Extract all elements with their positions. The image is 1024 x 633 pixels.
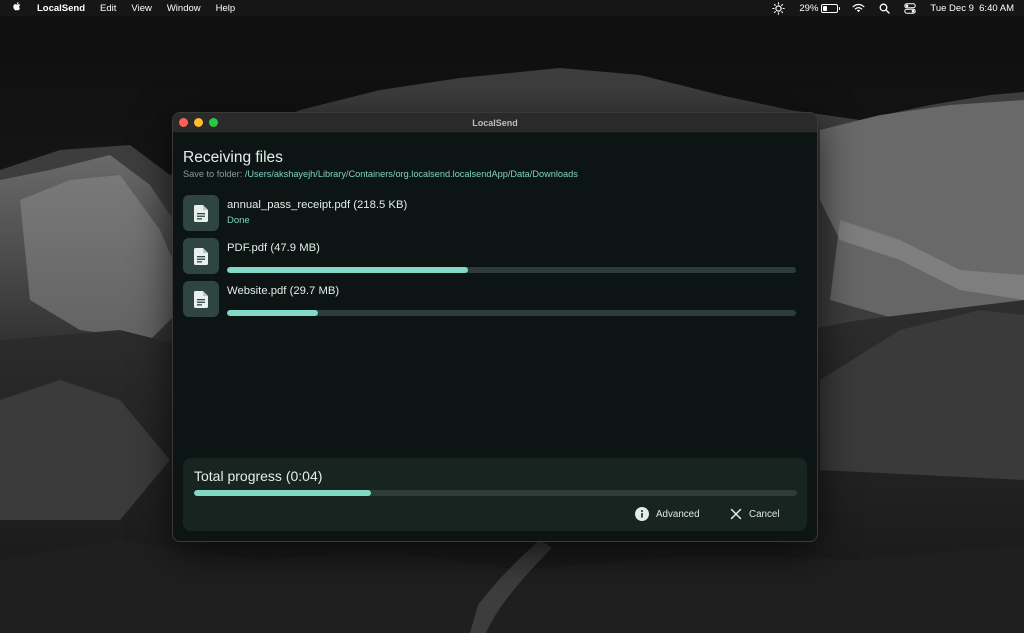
menu-app-name[interactable]: LocalSend bbox=[37, 3, 85, 14]
maximize-window-button[interactable] bbox=[209, 118, 218, 127]
control-center-icon[interactable] bbox=[904, 2, 917, 14]
file-item: Website.pdf (29.7 MB) bbox=[183, 281, 796, 317]
window-title: LocalSend bbox=[472, 117, 518, 128]
file-item: PDF.pdf (47.9 MB) bbox=[183, 238, 796, 274]
document-icon bbox=[183, 281, 219, 317]
brightness-icon[interactable] bbox=[772, 1, 786, 15]
battery-icon bbox=[821, 3, 841, 13]
save-folder-label: Save to folder: bbox=[183, 169, 243, 179]
file-name: Website.pdf (29.7 MB) bbox=[227, 285, 340, 297]
advanced-button[interactable]: Advanced bbox=[635, 504, 700, 524]
document-icon bbox=[183, 238, 219, 274]
battery-level bbox=[823, 5, 828, 11]
cancel-button[interactable]: Cancel bbox=[730, 504, 780, 524]
traffic-lights bbox=[179, 118, 218, 127]
page-title: Receiving files bbox=[183, 149, 283, 166]
menu-view[interactable]: View bbox=[131, 3, 151, 14]
window-titlebar[interactable]: LocalSend bbox=[173, 113, 817, 133]
total-progress-panel: Total progress (0:04) Advanced Cancel bbox=[183, 458, 807, 531]
menu-help[interactable]: Help bbox=[216, 3, 236, 14]
file-progress-fill bbox=[227, 267, 469, 273]
advanced-label: Advanced bbox=[656, 508, 700, 520]
file-name: PDF.pdf (47.9 MB) bbox=[227, 242, 320, 254]
menu-window[interactable]: Window bbox=[167, 3, 201, 14]
apple-icon[interactable] bbox=[12, 1, 22, 15]
receive-content: Receiving files Save to folder: /Users/a… bbox=[183, 132, 807, 541]
file-progress-fill bbox=[227, 310, 319, 316]
menu-clock[interactable]: Tue Dec 9 6:40 AM bbox=[930, 3, 1014, 14]
wifi-icon[interactable] bbox=[852, 3, 865, 13]
close-icon bbox=[730, 508, 742, 520]
total-progress-fill bbox=[194, 490, 372, 496]
total-progress-label: Total progress (0:04) bbox=[194, 468, 323, 484]
battery-percent: 29% bbox=[799, 2, 819, 14]
info-icon bbox=[635, 507, 649, 521]
menu-bar: LocalSend Edit View Window Help 29% Tue … bbox=[0, 0, 1024, 16]
battery-status[interactable]: 29% bbox=[799, 2, 841, 14]
menu-edit[interactable]: Edit bbox=[100, 3, 116, 14]
minimize-window-button[interactable] bbox=[194, 118, 203, 127]
search-icon[interactable] bbox=[879, 3, 891, 14]
cancel-label: Cancel bbox=[749, 508, 780, 520]
save-folder-path[interactable]: /Users/akshayejh/Library/Containers/org.… bbox=[245, 169, 578, 179]
file-name: annual_pass_receipt.pdf (218.5 KB) bbox=[227, 199, 408, 211]
file-status: Done bbox=[227, 215, 250, 226]
localsend-window: LocalSend Receiving files Save to folder… bbox=[172, 112, 818, 542]
close-window-button[interactable] bbox=[179, 118, 188, 127]
document-icon bbox=[183, 195, 219, 231]
save-folder-row: Save to folder: /Users/akshayejh/Library… bbox=[183, 169, 578, 179]
file-progress-bar bbox=[227, 310, 796, 316]
file-progress-bar bbox=[227, 267, 796, 273]
file-item: annual_pass_receipt.pdf (218.5 KB) Done bbox=[183, 195, 796, 231]
total-progress-bar bbox=[194, 490, 797, 496]
